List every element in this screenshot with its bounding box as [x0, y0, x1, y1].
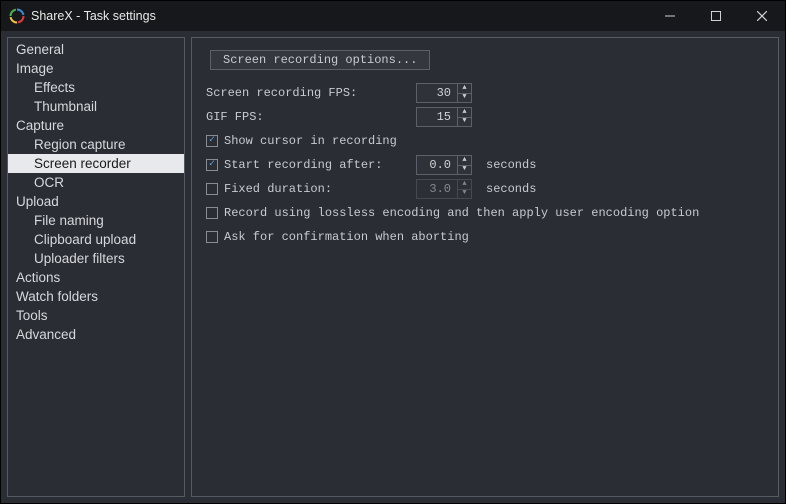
start-after-spinner[interactable]: ▲▼: [457, 156, 471, 174]
nav-item-actions[interactable]: Actions: [8, 268, 184, 287]
gif-fps-spinner[interactable]: ▲▼: [457, 108, 471, 126]
fixed-duration-unit: seconds: [486, 182, 536, 196]
chevron-down-icon[interactable]: ▼: [458, 166, 471, 175]
fixed-duration-value: 3.0: [417, 180, 457, 198]
nav-item-thumbnail[interactable]: Thumbnail: [8, 97, 184, 116]
maximize-button[interactable]: [693, 1, 739, 31]
content-area: GeneralImageEffectsThumbnailCaptureRegio…: [1, 31, 785, 503]
task-settings-window: ShareX - Task settings GeneralImageEffec…: [0, 0, 786, 504]
nav-item-image[interactable]: Image: [8, 59, 184, 78]
start-after-unit: seconds: [486, 158, 536, 172]
chevron-up-icon[interactable]: ▲: [458, 108, 471, 118]
nav-sidebar: GeneralImageEffectsThumbnailCaptureRegio…: [7, 37, 185, 497]
start-after-value: 0.0: [417, 156, 457, 174]
fixed-duration-spinner: ▲▼: [457, 180, 471, 198]
nav-item-clipboard-upload[interactable]: Clipboard upload: [8, 230, 184, 249]
fixed-duration-checkbox[interactable]: [206, 183, 218, 195]
nav-item-watch-folders[interactable]: Watch folders: [8, 287, 184, 306]
chevron-up-icon: ▲: [458, 180, 471, 190]
screen-recording-options-button[interactable]: Screen recording options...: [210, 50, 430, 70]
nav-item-ocr[interactable]: OCR: [8, 173, 184, 192]
window-title: ShareX - Task settings: [31, 9, 156, 23]
show-cursor-checkbox[interactable]: ✓: [206, 135, 218, 147]
fixed-duration-label: Fixed duration:: [224, 182, 332, 196]
close-button[interactable]: [739, 1, 785, 31]
settings-panel: Screen recording options... Screen recor…: [191, 37, 779, 497]
fps-input[interactable]: 30 ▲▼: [416, 83, 472, 103]
nav-item-screen-recorder[interactable]: Screen recorder: [8, 154, 184, 173]
chevron-up-icon[interactable]: ▲: [458, 156, 471, 166]
confirm-abort-checkbox[interactable]: [206, 231, 218, 243]
gif-fps-input[interactable]: 15 ▲▼: [416, 107, 472, 127]
nav-item-tools[interactable]: Tools: [8, 306, 184, 325]
chevron-down-icon[interactable]: ▼: [458, 118, 471, 127]
sharex-icon: [9, 8, 25, 24]
fps-label: Screen recording FPS:: [206, 86, 357, 100]
gif-fps-value: 15: [417, 108, 457, 126]
start-after-input[interactable]: 0.0 ▲▼: [416, 155, 472, 175]
minimize-button[interactable]: [647, 1, 693, 31]
chevron-down-icon[interactable]: ▼: [458, 94, 471, 103]
titlebar: ShareX - Task settings: [1, 1, 785, 31]
gif-fps-label: GIF FPS:: [206, 110, 264, 124]
show-cursor-label: Show cursor in recording: [224, 134, 397, 148]
chevron-up-icon[interactable]: ▲: [458, 84, 471, 94]
nav-item-region-capture[interactable]: Region capture: [8, 135, 184, 154]
fixed-duration-input: 3.0 ▲▼: [416, 179, 472, 199]
confirm-abort-label: Ask for confirmation when aborting: [224, 230, 469, 244]
nav-item-advanced[interactable]: Advanced: [8, 325, 184, 344]
fps-spinner[interactable]: ▲▼: [457, 84, 471, 102]
nav-item-uploader-filters[interactable]: Uploader filters: [8, 249, 184, 268]
nav-item-effects[interactable]: Effects: [8, 78, 184, 97]
chevron-down-icon: ▼: [458, 190, 471, 199]
lossless-checkbox[interactable]: [206, 207, 218, 219]
nav-item-general[interactable]: General: [8, 40, 184, 59]
nav-item-capture[interactable]: Capture: [8, 116, 184, 135]
fps-value: 30: [417, 84, 457, 102]
nav-item-upload[interactable]: Upload: [8, 192, 184, 211]
start-after-checkbox[interactable]: ✓: [206, 159, 218, 171]
start-after-label: Start recording after:: [224, 158, 382, 172]
nav-item-file-naming[interactable]: File naming: [8, 211, 184, 230]
lossless-label: Record using lossless encoding and then …: [224, 206, 699, 220]
